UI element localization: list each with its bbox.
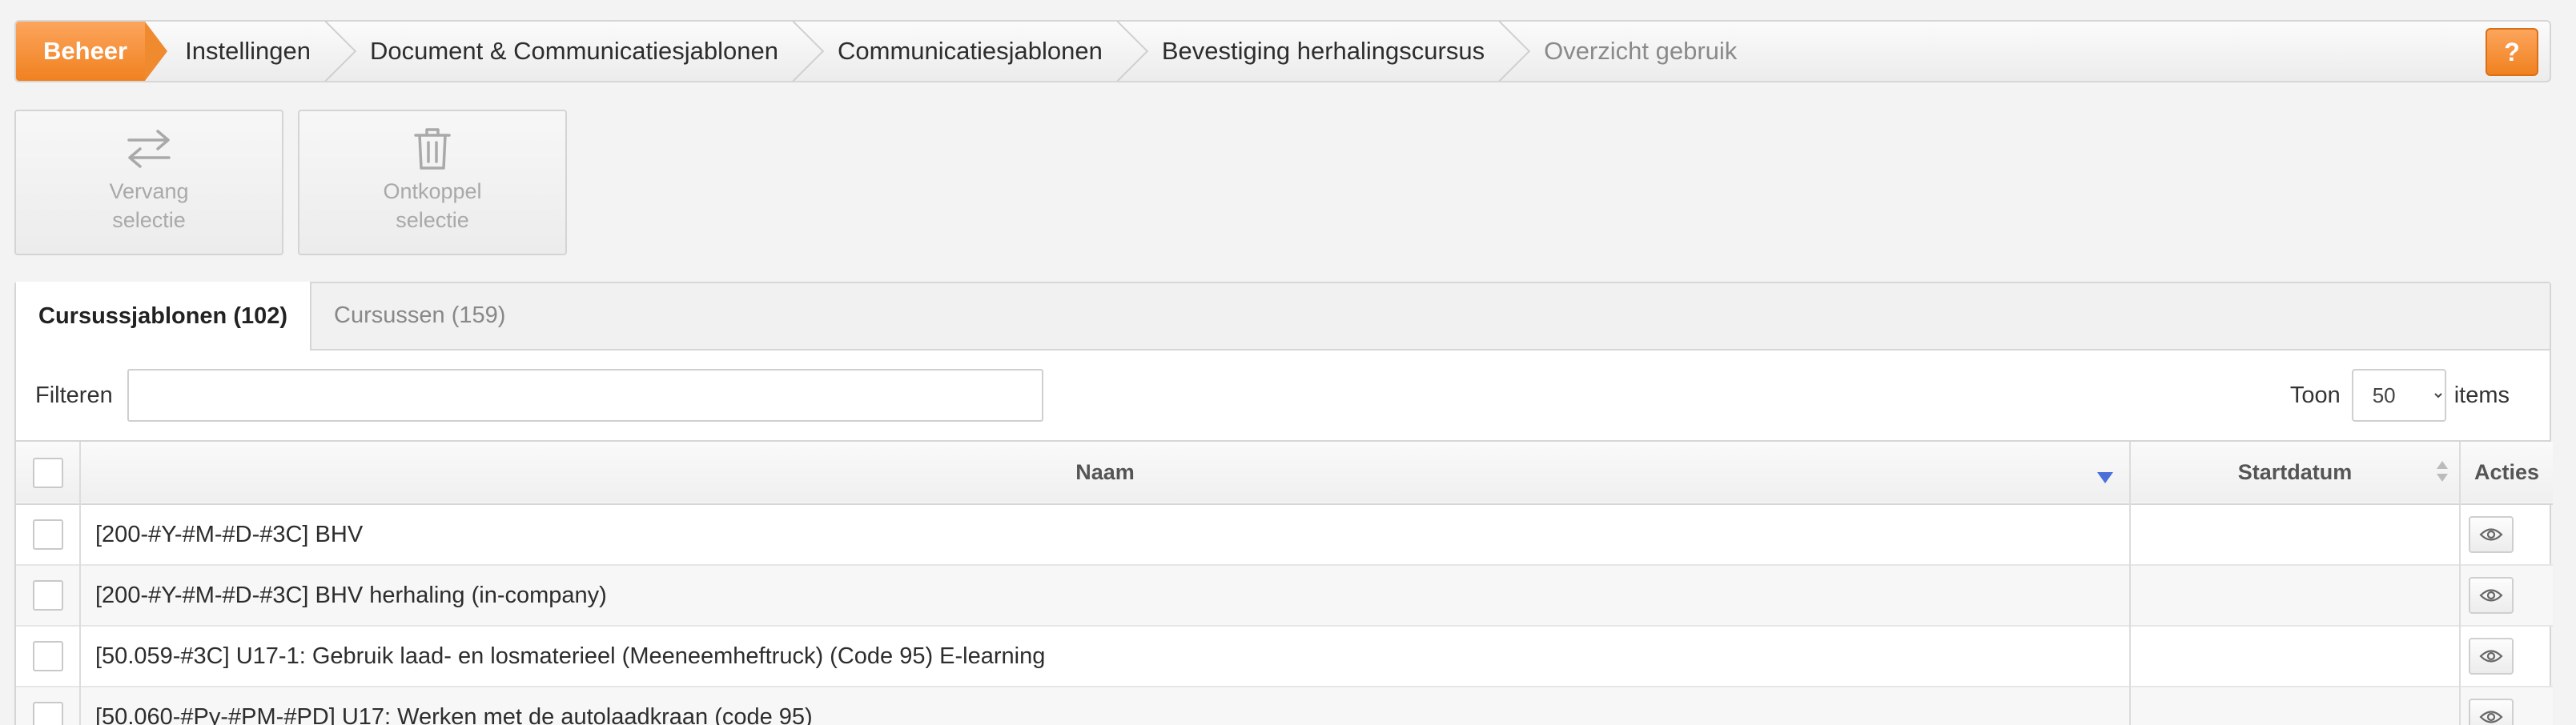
filter-label: Filteren — [35, 382, 113, 408]
row-checkbox[interactable] — [32, 519, 63, 550]
row-checkbox[interactable] — [32, 702, 63, 725]
breadcrumb: Beheer Instellingen Document & Communica… — [14, 20, 2551, 82]
column-header-acties-label: Acties — [2474, 460, 2540, 484]
row-naam: [200-#Y-#M-#D-#3C] BHV — [80, 504, 2131, 565]
row-actions — [2460, 626, 2553, 687]
row-select-cell — [16, 626, 81, 687]
trash-icon — [413, 126, 452, 172]
row-actions — [2460, 687, 2553, 725]
breadcrumb-item-beheer[interactable]: Beheer — [16, 22, 168, 81]
items-label: items — [2453, 382, 2510, 408]
eye-icon — [2479, 589, 2503, 602]
row-select-cell — [16, 565, 81, 626]
table-header-row: Naam Startdatum Acties — [16, 442, 2553, 504]
replace-selection-button[interactable]: Vervang selectie — [14, 110, 283, 255]
page: Beheer Instellingen Document & Communica… — [0, 0, 2576, 725]
results-table: Naam Startdatum Acties [200-#Y-#M-#D-#3C… — [16, 442, 2553, 725]
view-button[interactable] — [2469, 516, 2514, 553]
help-button[interactable]: ? — [2486, 28, 2538, 76]
breadcrumb-item-document-communicatiesjablonen[interactable]: Document & Communicatiesjablonen — [330, 22, 798, 81]
row-actions — [2460, 565, 2553, 626]
unlink-selection-label: Ontkoppel selectie — [383, 179, 482, 232]
row-actions — [2460, 504, 2553, 565]
sort-icon — [2437, 461, 2448, 483]
tab-cursussjablonen[interactable]: Cursussjablonen (102) — [16, 282, 312, 350]
filter-input[interactable] — [127, 369, 1043, 422]
row-checkbox[interactable] — [32, 580, 63, 611]
row-select-cell — [16, 687, 81, 725]
table-row: [50.059-#3C] U17-1: Gebruik laad- en los… — [16, 626, 2553, 687]
column-header-startdatum[interactable]: Startdatum — [2130, 442, 2461, 504]
row-select-cell — [16, 504, 81, 565]
row-startdatum — [2130, 626, 2461, 687]
row-startdatum — [2130, 687, 2461, 725]
eye-icon — [2479, 650, 2503, 663]
tab-bar: Cursussjablonen (102) Cursussen (159) — [16, 282, 2550, 350]
row-naam: [50.060-#Py-#PM-#PD] U17: Werken met de … — [80, 687, 2131, 725]
eye-icon — [2479, 711, 2503, 723]
column-header-startdatum-label: Startdatum — [2237, 460, 2353, 484]
breadcrumb-item-current: Overzicht gebruik — [1544, 37, 1738, 65]
show-label: Toon — [2289, 382, 2341, 408]
swap-arrows-icon — [126, 126, 172, 172]
column-header-naam[interactable]: Naam — [80, 442, 2131, 504]
view-button[interactable] — [2469, 699, 2514, 725]
table-row: [200-#Y-#M-#D-#3C] BHV — [16, 504, 2553, 565]
table-row: [200-#Y-#M-#D-#3C] BHV herhaling (in-com… — [16, 565, 2553, 626]
breadcrumb-item-bevestiging-herhalingscursus[interactable]: Bevestiging herhalingscursus — [1122, 22, 1504, 81]
column-header-naam-label: Naam — [1075, 460, 1135, 484]
breadcrumb-item-communicatiesjablonen[interactable]: Communicatiesjablonen — [798, 22, 1122, 81]
replace-selection-label: Vervang selectie — [109, 179, 189, 232]
select-all-cell — [16, 442, 81, 504]
column-header-acties: Acties — [2460, 442, 2553, 504]
row-startdatum — [2130, 504, 2461, 565]
page-size-control: Toon 50 items — [2290, 369, 2510, 422]
eye-icon — [2479, 528, 2503, 541]
unlink-selection-button[interactable]: Ontkoppel selectie — [298, 110, 567, 255]
row-checkbox[interactable] — [32, 641, 63, 671]
row-naam: [200-#Y-#M-#D-#3C] BHV herhaling (in-com… — [80, 565, 2131, 626]
row-startdatum — [2130, 565, 2461, 626]
breadcrumb-item-instellingen[interactable]: Instellingen — [145, 22, 330, 81]
row-naam: [50.059-#3C] U17-1: Gebruik laad- en los… — [80, 626, 2131, 687]
table-row: [50.060-#Py-#PM-#PD] U17: Werken met de … — [16, 687, 2553, 725]
tab-cursussen[interactable]: Cursussen (159) — [311, 282, 528, 349]
select-all-checkbox[interactable] — [32, 457, 63, 488]
page-size-select[interactable]: 50 — [2351, 369, 2446, 422]
sort-descending-icon — [2097, 472, 2113, 483]
filter-bar: Filteren Toon 50 items — [16, 350, 2550, 442]
view-button[interactable] — [2469, 638, 2514, 675]
overview-panel: Cursussjablonen (102) Cursussen (159) Fi… — [14, 282, 2553, 725]
view-button[interactable] — [2469, 577, 2514, 614]
